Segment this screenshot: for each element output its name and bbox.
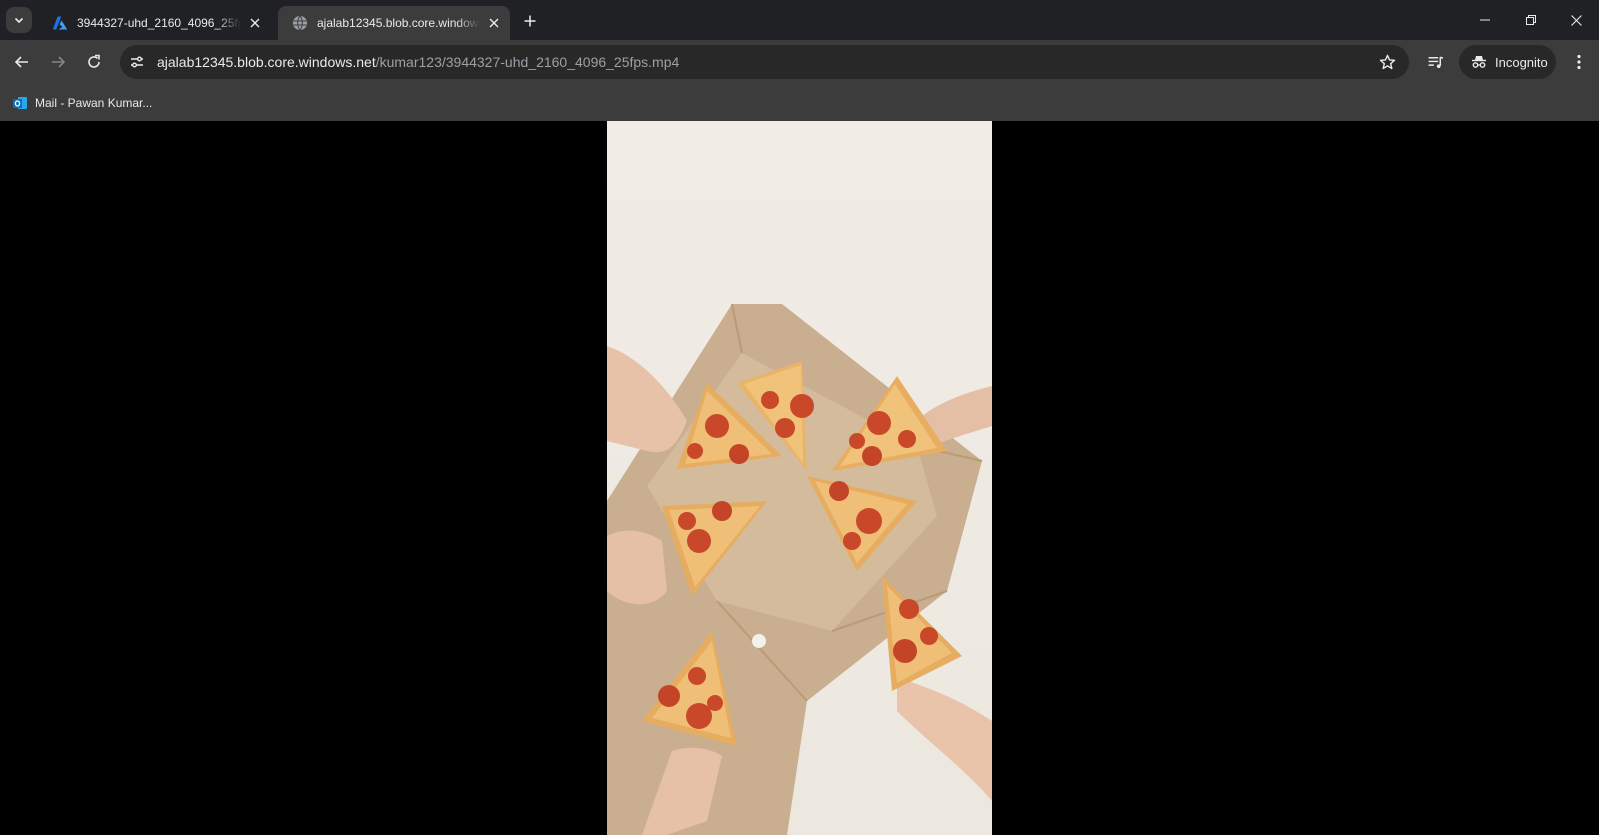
incognito-icon bbox=[1472, 56, 1486, 68]
tab-blob-storage[interactable]: ajalab12345.blob.core.windows.net bbox=[278, 6, 510, 40]
outlook-icon bbox=[13, 97, 27, 109]
video-frame bbox=[607, 121, 992, 835]
restore-icon bbox=[1526, 15, 1536, 25]
profile-label: Incognito bbox=[1495, 54, 1548, 70]
more-vert-icon bbox=[1577, 54, 1581, 70]
star-icon bbox=[1379, 54, 1395, 69]
media-controls-button[interactable] bbox=[1420, 47, 1450, 77]
tab-video-file[interactable]: 3944327-uhd_2160_4096_25fps.mp4 bbox=[38, 6, 270, 40]
reload-icon bbox=[88, 54, 100, 68]
minimize-icon bbox=[1480, 19, 1490, 21]
tab-strip: 3944327-uhd_2160_4096_25fps.mp4 ajalab12… bbox=[0, 0, 1599, 40]
bookmarks-bar: Mail - Pawan Kumar... bbox=[0, 85, 1599, 121]
url-text[interactable]: ajalab12345.blob.core.windows.net/kumar1… bbox=[157, 45, 679, 79]
video-player[interactable] bbox=[607, 121, 992, 835]
close-icon bbox=[1570, 14, 1582, 26]
site-info-button[interactable] bbox=[125, 50, 149, 74]
azure-icon bbox=[52, 15, 68, 31]
chrome-menu-button[interactable] bbox=[1564, 47, 1594, 77]
toolbar: ajalab12345.blob.core.windows.net/kumar1… bbox=[0, 40, 1599, 85]
plus-icon bbox=[524, 15, 536, 27]
minimize-button[interactable] bbox=[1462, 0, 1508, 40]
url-host: ajalab12345.blob.core.windows.net bbox=[157, 54, 376, 70]
bookmark-mail[interactable]: Mail - Pawan Kumar... bbox=[8, 90, 156, 116]
restore-button[interactable] bbox=[1508, 0, 1554, 40]
tune-icon bbox=[131, 56, 143, 68]
globe-icon bbox=[292, 15, 308, 31]
tab-title: ajalab12345.blob.core.windows.net bbox=[317, 16, 480, 30]
bookmark-star-button[interactable] bbox=[1375, 50, 1399, 74]
close-tab-icon[interactable] bbox=[247, 14, 262, 32]
chevron-down-icon bbox=[14, 17, 24, 24]
arrow-right-icon bbox=[52, 56, 66, 68]
tab-search-button[interactable] bbox=[6, 7, 32, 33]
close-tab-icon[interactable] bbox=[486, 14, 502, 32]
close-window-button[interactable] bbox=[1553, 0, 1599, 40]
url-path: /kumar123/3944327-uhd_2160_4096_25fps.mp… bbox=[375, 54, 680, 70]
video-viewport bbox=[0, 121, 1599, 835]
queue-music-icon bbox=[1428, 55, 1443, 68]
bookmark-label: Mail - Pawan Kumar... bbox=[35, 96, 153, 110]
arrow-left-icon bbox=[14, 56, 28, 68]
reload-button[interactable] bbox=[79, 47, 109, 77]
new-tab-button[interactable] bbox=[518, 9, 542, 33]
tab-title: 3944327-uhd_2160_4096_25fps.mp4 bbox=[77, 16, 242, 30]
address-bar[interactable]: ajalab12345.blob.core.windows.net/kumar1… bbox=[120, 45, 1409, 79]
forward-button[interactable] bbox=[43, 47, 73, 77]
incognito-profile-button[interactable]: Incognito bbox=[1459, 45, 1556, 79]
back-button[interactable] bbox=[7, 47, 37, 77]
